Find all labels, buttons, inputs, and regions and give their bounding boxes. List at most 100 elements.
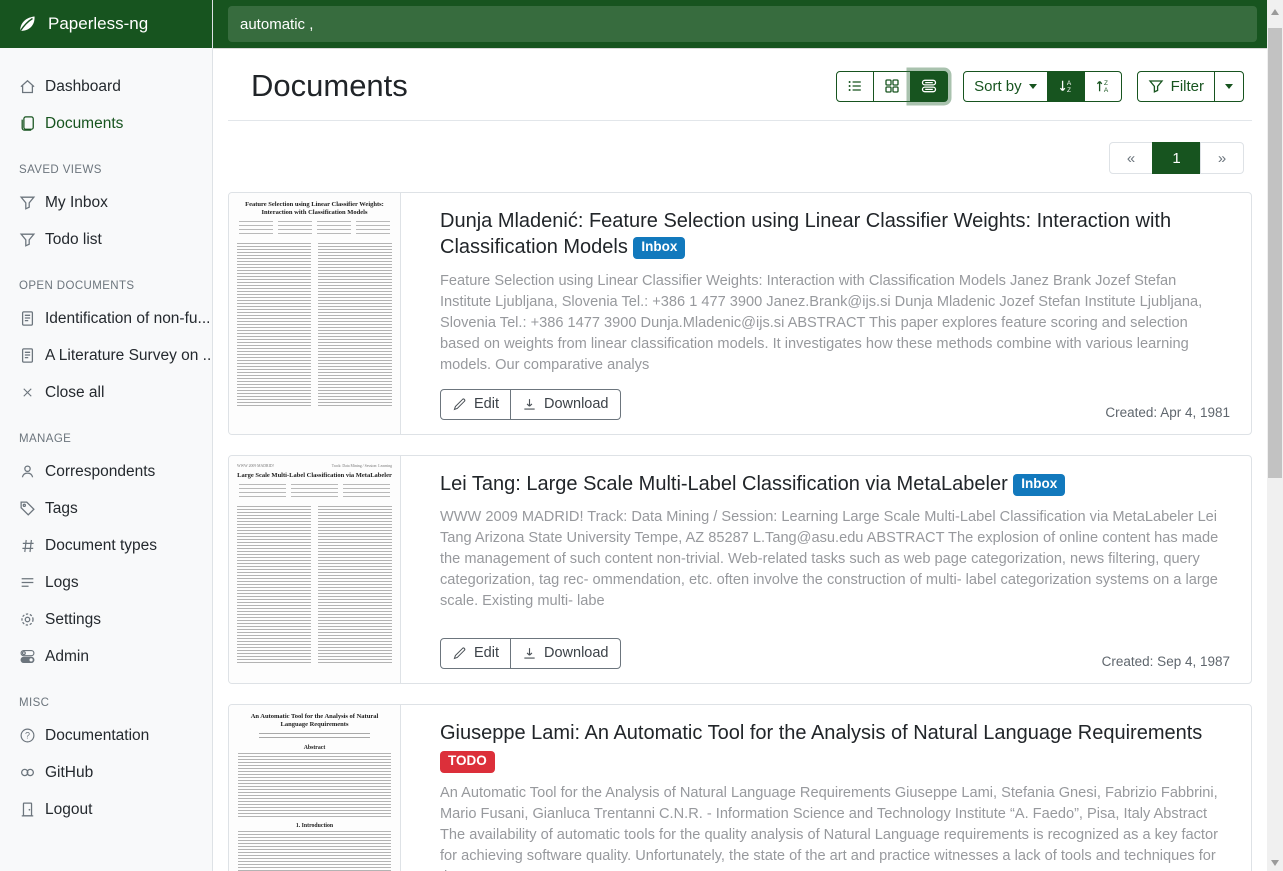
chevron-down-icon: [1029, 84, 1037, 89]
top-navbar: [213, 0, 1267, 48]
sidebar-item-github[interactable]: GitHub: [0, 754, 212, 791]
edit-button[interactable]: Edit: [440, 389, 511, 420]
sidebar-item-document-types[interactable]: Document types: [0, 527, 212, 564]
edit-button[interactable]: Edit: [440, 638, 511, 669]
created-date: Created: Apr 4, 1981: [1105, 405, 1230, 420]
sidebar-item-logs[interactable]: Logs: [0, 564, 212, 601]
sidebar-item-close-all[interactable]: Close all: [0, 374, 212, 411]
view-controls: Sort by AZ ZA Filter: [836, 71, 1244, 102]
sidebar-item-admin[interactable]: Admin: [0, 638, 212, 675]
vertical-scrollbar[interactable]: [1267, 0, 1283, 871]
thumbnail-paper-title: Large Scale Multi-Label Classification v…: [237, 472, 392, 480]
sidebar: Paperless-ng Dashboard Documents SAVED V…: [0, 0, 213, 871]
document-title-link[interactable]: Dunja Mladenić: Feature Selection using …: [440, 208, 1230, 261]
sidebar-item-label: My Inbox: [45, 194, 108, 212]
sidebar-item-label: Document types: [45, 537, 157, 555]
document-thumbnail[interactable]: WWW 2009 MADRID! Track: Data Mining / Se…: [229, 456, 401, 683]
sidebar-item-label: Correspondents: [45, 463, 155, 481]
sidebar-item-todo-list[interactable]: Todo list: [0, 221, 212, 258]
filter-button[interactable]: Filter: [1137, 71, 1215, 102]
sidebar-item-open-doc-1[interactable]: Identification of non-fu...: [0, 300, 212, 337]
thumbnail-text-block: [238, 831, 391, 871]
pagination-page-1-button[interactable]: 1: [1152, 142, 1201, 174]
sidebar-item-tags[interactable]: Tags: [0, 490, 212, 527]
sidebar-item-label: GitHub: [45, 764, 93, 782]
document-thumbnail[interactable]: Feature Selection using Linear Classifie…: [229, 193, 401, 434]
app-brand[interactable]: Paperless-ng: [0, 0, 212, 48]
document-thumbnail[interactable]: An Automatic Tool for the Analysis of Na…: [229, 705, 401, 871]
pagination-row: « 1 »: [228, 121, 1252, 174]
thumbnail-author-line: [259, 733, 370, 740]
pagination-prev-button[interactable]: «: [1109, 142, 1153, 174]
sidebar-item-open-doc-2[interactable]: A Literature Survey on ...: [0, 337, 212, 374]
edit-label: Edit: [474, 645, 499, 661]
download-label: Download: [544, 396, 609, 412]
sidebar-item-documentation[interactable]: ? Documentation: [0, 717, 212, 754]
thumbnail-paper-title: Feature Selection using Linear Classifie…: [237, 201, 392, 217]
thumbnail-header-left: WWW 2009 MADRID!: [237, 464, 274, 468]
sidebar-item-my-inbox[interactable]: My Inbox: [0, 184, 212, 221]
view-list-button[interactable]: [836, 71, 874, 102]
file-text-icon: [19, 310, 36, 327]
thumbnail-paper-title: An Automatic Tool for the Analysis of Na…: [237, 713, 392, 729]
sort-descending-button[interactable]: AZ: [1047, 71, 1085, 102]
sidebar-item-documents[interactable]: Documents: [0, 105, 212, 142]
card-footer: Edit Download Created: Sep 4, 1987: [440, 625, 1230, 669]
sort-by-dropdown-button[interactable]: Sort by: [963, 71, 1048, 102]
document-title-link[interactable]: Lei Tang: Large Scale Multi-Label Classi…: [440, 471, 1230, 497]
tag-badge-todo[interactable]: TODO: [440, 751, 495, 773]
sort-down-alt-icon: AZ: [1058, 78, 1074, 94]
sidebar-item-logout[interactable]: Logout: [0, 791, 212, 828]
grid-view-icon: [884, 78, 900, 94]
thumbnail-text-columns: [237, 506, 392, 664]
thumbnail-paper-header: WWW 2009 MADRID! Track: Data Mining / Se…: [237, 464, 392, 468]
card-actions: Edit Download: [440, 389, 621, 420]
svg-text:Z: Z: [1104, 80, 1108, 87]
sidebar-item-correspondents[interactable]: Correspondents: [0, 453, 212, 490]
view-grid-button[interactable]: [873, 71, 911, 102]
view-toggle-group: [836, 71, 948, 102]
sidebar-item-label: Tags: [45, 500, 78, 518]
scrollbar-thumb[interactable]: [1268, 28, 1282, 478]
document-card-body: Giuseppe Lami: An Automatic Tool for the…: [401, 705, 1251, 871]
sort-ascending-button[interactable]: ZA: [1084, 71, 1122, 102]
x-icon: [19, 384, 36, 401]
pagination-next-button[interactable]: »: [1200, 142, 1244, 174]
tag-icon: [19, 500, 36, 517]
paperless-app: Paperless-ng Dashboard Documents SAVED V…: [0, 0, 1283, 871]
download-label: Download: [544, 645, 609, 661]
document-snippet: An Automatic Tool for the Analysis of Na…: [440, 783, 1230, 871]
document-title-text: Giuseppe Lami: An Automatic Tool for the…: [440, 722, 1202, 744]
sidebar-heading-manage: MANAGE: [0, 424, 212, 453]
thumbnail-author-columns: [239, 484, 390, 500]
document-title-text: Dunja Mladenić: Feature Selection using …: [440, 210, 1171, 258]
sidebar-item-label: Dashboard: [45, 78, 121, 96]
house-icon: [19, 78, 36, 95]
question-circle-icon: ?: [19, 727, 36, 744]
sort-group: Sort by AZ ZA: [963, 71, 1122, 102]
sidebar-item-label: Identification of non-fu...: [45, 310, 210, 328]
page-title: Documents: [251, 68, 408, 104]
scroll-up-arrow-icon[interactable]: [1271, 9, 1279, 15]
sidebar-item-settings[interactable]: Settings: [0, 601, 212, 638]
filter-dropdown-toggle[interactable]: [1214, 71, 1244, 102]
thumbnail-header-right: Track: Data Mining / Session: Learning: [332, 464, 392, 468]
document-title-link[interactable]: Giuseppe Lami: An Automatic Tool for the…: [440, 720, 1230, 746]
link-icon: [19, 764, 36, 781]
tag-badge-inbox[interactable]: Inbox: [1013, 474, 1065, 496]
page-header: Documents Sort by: [228, 48, 1252, 121]
tag-badge-inbox[interactable]: Inbox: [633, 237, 685, 259]
files-icon: [19, 115, 36, 132]
sidebar-item-dashboard[interactable]: Dashboard: [0, 68, 212, 105]
thumbnail-text-block: [238, 753, 391, 819]
search-input[interactable]: [228, 6, 1257, 42]
scroll-down-arrow-icon[interactable]: [1271, 860, 1279, 866]
person-icon: [19, 463, 36, 480]
svg-text:A: A: [1103, 87, 1108, 94]
sidebar-item-label: Settings: [45, 611, 101, 629]
sort-up-icon: ZA: [1095, 78, 1111, 94]
download-button[interactable]: Download: [510, 389, 621, 420]
download-button[interactable]: Download: [510, 638, 621, 669]
view-details-button[interactable]: [910, 71, 948, 102]
sidebar-item-label: Todo list: [45, 231, 102, 249]
